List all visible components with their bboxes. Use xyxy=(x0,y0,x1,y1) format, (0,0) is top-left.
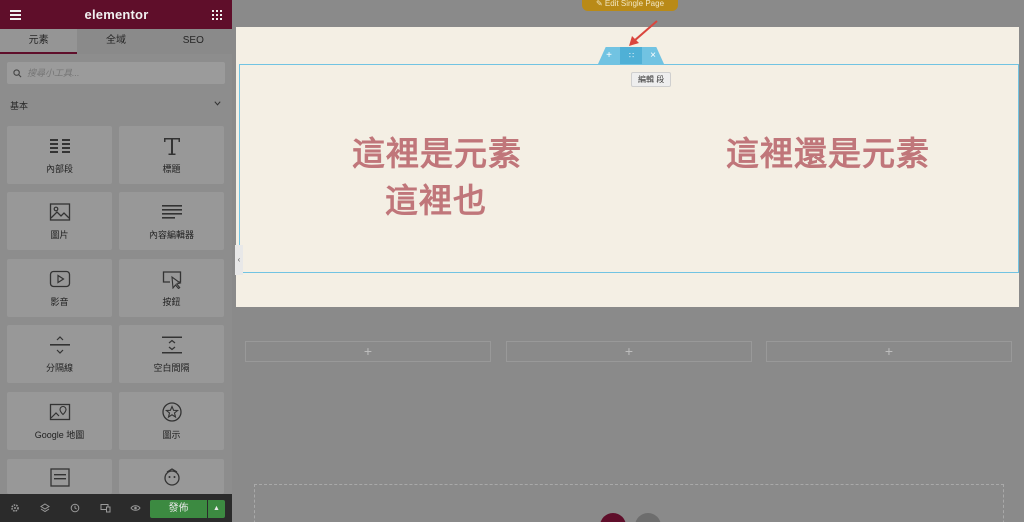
annotation-arrow-icon xyxy=(629,20,658,46)
settings-icon[interactable] xyxy=(0,494,30,522)
widget-icon xyxy=(163,468,180,486)
layers-icon[interactable] xyxy=(30,494,60,522)
search-icon xyxy=(13,68,22,77)
tab-seo[interactable]: SEO xyxy=(155,29,232,54)
widget-label: 按鈕 xyxy=(162,296,181,307)
widget-inner-section[interactable]: 內部段 xyxy=(7,126,112,184)
widget-template[interactable] xyxy=(7,459,112,494)
panel-tabs: 元素 全域 SEO xyxy=(0,29,232,54)
widget-image[interactable]: 圖片 xyxy=(7,192,112,250)
widget-extra[interactable] xyxy=(119,459,224,494)
move-section-icon[interactable]: ∷ xyxy=(620,47,642,64)
divider-icon xyxy=(49,335,70,354)
widget-label: 分隔線 xyxy=(45,362,73,373)
column2-heading[interactable]: 這裡還是元素 xyxy=(726,127,930,175)
editor-sidebar: elementor 元素 全域 SEO 基本 內部段 標題 圖片 內容編輯器 影… xyxy=(0,0,232,522)
widget-label: Google 地圖 xyxy=(34,429,85,440)
widget-label: 影音 xyxy=(50,296,69,307)
edit-section-tooltip: 編輯 段 xyxy=(631,72,672,87)
text-editor-icon xyxy=(161,204,182,219)
category-label: 基本 xyxy=(10,101,29,111)
heading-icon xyxy=(163,137,180,155)
elementor-logo: elementor xyxy=(84,7,149,22)
column1-heading[interactable]: 這裡是元素 xyxy=(352,127,522,175)
sidebar-header: elementor xyxy=(0,0,232,29)
widget-google-maps[interactable]: Google 地圖 xyxy=(7,392,112,450)
responsive-icon[interactable] xyxy=(90,494,120,522)
inner-section-icon xyxy=(49,138,70,153)
section-handles: + ∷ × xyxy=(598,47,664,64)
widget-search xyxy=(7,62,225,84)
chevron-down-icon xyxy=(214,101,221,106)
add-widget-column-1[interactable]: + xyxy=(245,341,491,362)
button-icon xyxy=(162,270,181,289)
grid-icon[interactable] xyxy=(212,9,222,20)
widget-label: 內容編輯器 xyxy=(148,229,194,240)
add-section-dropzone[interactable] xyxy=(254,484,1004,522)
tab-global[interactable]: 全域 xyxy=(77,29,154,54)
widget-label: 內部段 xyxy=(45,163,73,174)
video-icon xyxy=(49,270,70,287)
widget-button[interactable]: 按鈕 xyxy=(119,259,224,317)
edit-single-page-tab[interactable]: ✎ Edit Single Page xyxy=(582,0,678,11)
history-icon[interactable] xyxy=(60,494,90,522)
star-icon xyxy=(161,401,182,422)
widget-label: 圖示 xyxy=(162,429,181,440)
widget-text-editor[interactable]: 內容編輯器 xyxy=(119,192,224,250)
tab-elements[interactable]: 元素 xyxy=(0,29,78,54)
widget-label: 標題 xyxy=(162,163,181,174)
column1-subheading[interactable]: 這裡也 xyxy=(385,174,487,222)
add-widget-column-3[interactable]: + xyxy=(766,341,1012,362)
map-icon xyxy=(49,403,70,420)
delete-section-icon[interactable]: × xyxy=(642,47,664,64)
publish-button[interactable]: 發佈 xyxy=(150,500,207,518)
widget-spacer[interactable]: 空白間隔 xyxy=(119,325,224,383)
add-widget-column-2[interactable]: + xyxy=(506,341,752,362)
collapse-panel-handle[interactable]: ‹ xyxy=(235,245,243,275)
widget-heading[interactable]: 標題 xyxy=(119,126,224,184)
widget-label: 圖片 xyxy=(50,229,69,240)
spacer-icon xyxy=(161,336,182,353)
category-basic[interactable]: 基本 xyxy=(10,99,222,112)
template-icon xyxy=(49,468,70,487)
widget-divider[interactable]: 分隔線 xyxy=(7,325,112,383)
widget-video[interactable]: 影音 xyxy=(7,259,112,317)
widget-label: 空白間隔 xyxy=(153,362,190,373)
search-input[interactable] xyxy=(27,68,207,78)
caret-up-icon[interactable]: ▲ xyxy=(208,500,225,518)
preview-icon[interactable] xyxy=(120,494,150,522)
image-icon xyxy=(49,202,70,221)
add-section-icon[interactable]: + xyxy=(598,47,620,64)
widget-icon[interactable]: 圖示 xyxy=(119,392,224,450)
hamburger-icon[interactable] xyxy=(10,8,21,22)
